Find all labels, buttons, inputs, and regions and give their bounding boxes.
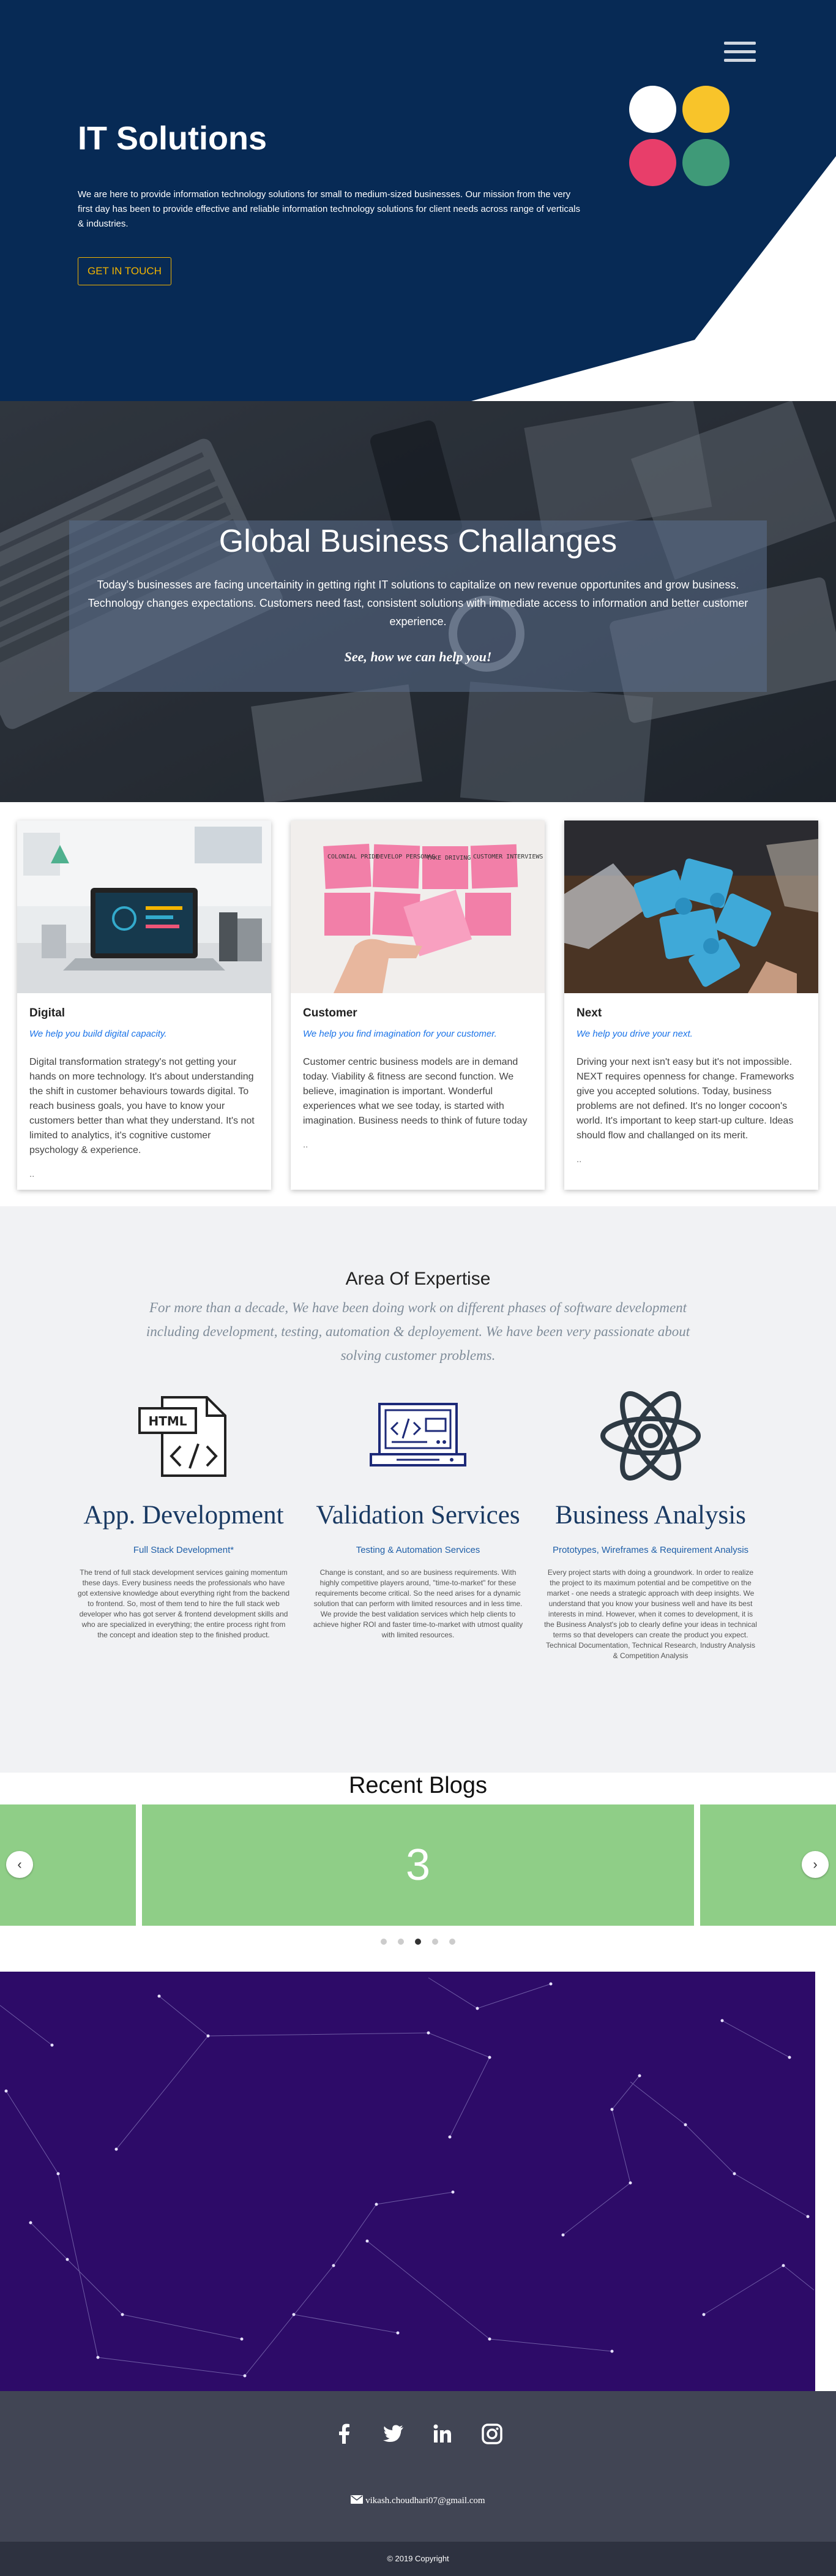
hamburger-menu-icon[interactable] bbox=[724, 42, 756, 67]
pagination-dot[interactable] bbox=[398, 1939, 404, 1945]
yellow-dot bbox=[682, 86, 730, 133]
social-links bbox=[0, 2422, 836, 2449]
note-text: TAKE DRIVING bbox=[427, 855, 471, 862]
card-body: Customer centric business models are in … bbox=[303, 1057, 528, 1126]
footer: vikash.choudhari07@gmail.com bbox=[0, 2391, 836, 2542]
pagination-dot[interactable] bbox=[381, 1939, 387, 1945]
hero-description: We are here to provide information techn… bbox=[78, 189, 581, 229]
challenges-panel: Global Business Challanges Today's busin… bbox=[69, 520, 767, 692]
expertise-item-title: App. Development bbox=[83, 1501, 284, 1530]
card-more-link[interactable]: .. bbox=[577, 1154, 806, 1165]
expertise-item-tag: Testing & Automation Services bbox=[356, 1545, 480, 1555]
card-subtitle: We help you drive your next. bbox=[577, 1029, 693, 1039]
card-more-link[interactable]: .. bbox=[29, 1169, 259, 1179]
note-text: COLONIAL PRIDE bbox=[327, 854, 379, 860]
see-how-we-help-link[interactable]: See, how we can help you! bbox=[69, 649, 767, 665]
card-title: Next bbox=[577, 1007, 602, 1020]
facebook-icon[interactable] bbox=[332, 2422, 356, 2446]
challenges-text: Today's businesses are facing uncertaini… bbox=[88, 579, 748, 628]
blogs-title: Recent Blogs bbox=[348, 1773, 487, 1798]
svg-text:HTML: HTML bbox=[148, 1414, 187, 1429]
email-text: vikash.choudhari07@gmail.com bbox=[365, 2496, 485, 2506]
expertise-item-tag: Prototypes, Wireframes & Requirement Ana… bbox=[552, 1545, 749, 1555]
sticky-notes-image: COLONIAL PRIDE DEVELOP PERSONAS TAKE DRI… bbox=[291, 820, 545, 993]
get-in-touch-button[interactable]: GET IN TOUCH bbox=[78, 257, 171, 285]
twitter-icon[interactable] bbox=[381, 2422, 406, 2446]
html-code-file-icon: HTML bbox=[73, 1384, 294, 1488]
card-title: Customer bbox=[303, 1007, 357, 1020]
linkedin-icon[interactable] bbox=[430, 2422, 455, 2446]
expertise-title: Area Of Expertise bbox=[345, 1269, 491, 1289]
expertise-item-title: Business Analysis bbox=[555, 1501, 746, 1530]
expertise-business-analysis: Business Analysis Prototypes, Wireframes… bbox=[540, 1384, 761, 1661]
expertise-item-title: Validation Services bbox=[316, 1501, 520, 1530]
pink-dot bbox=[629, 139, 676, 186]
carousel-pagination bbox=[0, 1937, 836, 1948]
particles-section bbox=[0, 1972, 836, 2391]
puzzle-pieces-image bbox=[564, 820, 818, 993]
challenges-title: Global Business Challanges bbox=[218, 524, 618, 559]
card-body: Digital transformation strategy's not ge… bbox=[29, 1057, 255, 1155]
card-more-link[interactable]: .. bbox=[303, 1140, 532, 1150]
expertise-validation-services: Validation Services Testing & Automation… bbox=[308, 1384, 528, 1640]
hero-title: IT Solutions bbox=[78, 120, 267, 157]
chevron-left-icon[interactable]: ‹ bbox=[6, 1851, 33, 1878]
laptop-desk-image bbox=[17, 820, 271, 993]
card-subtitle: We help you find imagination for your cu… bbox=[303, 1029, 497, 1039]
card-subtitle: We help you build digital capacity. bbox=[29, 1029, 167, 1039]
hero-section: IT Solutions We are here to provide info… bbox=[0, 0, 836, 401]
note-text: CUSTOMER INTERVIEWS bbox=[473, 854, 543, 860]
expertise-item-desc: Change is constant, and so are business … bbox=[313, 1568, 523, 1639]
recent-blogs-section: Recent Blogs 3 ‹ › bbox=[0, 1773, 836, 1972]
card-customer: COLONIAL PRIDE DEVELOP PERSONAS TAKE DRI… bbox=[291, 820, 545, 1190]
copyright-bar: © 2019 Copyright bbox=[0, 2542, 836, 2576]
green-dot bbox=[682, 139, 730, 186]
expertise-lead: For more than a decade, We have been doi… bbox=[146, 1300, 690, 1363]
expertise-section: Area Of Expertise For more than a decade… bbox=[0, 1206, 836, 1773]
white-dot bbox=[629, 86, 676, 133]
service-cards-section: Digital We help you build digital capaci… bbox=[0, 802, 836, 1206]
slide-number: 3 bbox=[405, 1841, 431, 1890]
expertise-app-development: HTML App. Development Full Stack Develop… bbox=[73, 1384, 294, 1640]
expertise-item-desc: The trend of full stack development serv… bbox=[77, 1568, 290, 1639]
pagination-dot[interactable] bbox=[432, 1939, 438, 1945]
brand-dots-logo bbox=[629, 86, 732, 189]
card-next: Next We help you drive your next. Drivin… bbox=[564, 820, 818, 1190]
contact-email[interactable]: vikash.choudhari07@gmail.com bbox=[0, 2495, 836, 2506]
card-digital: Digital We help you build digital capaci… bbox=[17, 820, 271, 1190]
instagram-icon[interactable] bbox=[480, 2422, 504, 2446]
atom-icon bbox=[540, 1384, 761, 1488]
particles-canvas bbox=[0, 1972, 815, 2391]
expertise-item-desc: Every project starts with doing a ground… bbox=[544, 1568, 757, 1660]
expertise-item-tag: Full Stack Development* bbox=[133, 1545, 234, 1555]
laptop-code-icon bbox=[308, 1384, 528, 1488]
chevron-right-icon[interactable]: › bbox=[802, 1851, 829, 1878]
blog-slide-current[interactable]: 3 bbox=[142, 1804, 694, 1926]
pagination-dot[interactable] bbox=[415, 1939, 421, 1945]
card-body: Driving your next isn't easy but it's no… bbox=[577, 1057, 794, 1141]
envelope-icon bbox=[351, 2495, 365, 2506]
challenges-section: Global Business Challanges Today's busin… bbox=[0, 401, 836, 802]
card-title: Digital bbox=[29, 1007, 65, 1020]
pagination-dot[interactable] bbox=[449, 1939, 455, 1945]
